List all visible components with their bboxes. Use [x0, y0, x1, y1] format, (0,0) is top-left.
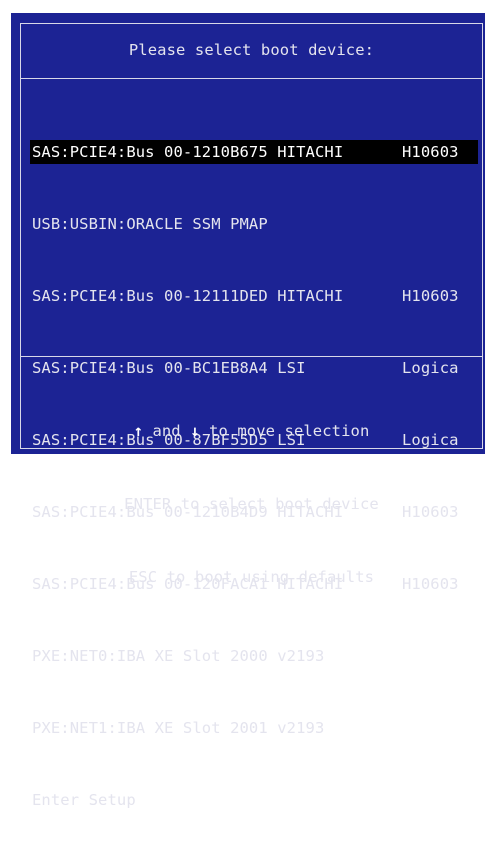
frame-border-top — [20, 23, 483, 24]
header-divider — [20, 78, 483, 79]
device-vendor: H10603 — [402, 287, 459, 305]
device-vendor — [402, 212, 478, 236]
boot-device-item[interactable]: PXE:NET0:IBA XE Slot 2000 v2193 — [30, 644, 478, 668]
enter-setup-item[interactable]: Enter Setup — [30, 788, 478, 812]
boot-device-item[interactable]: PXE:NET1:IBA XE Slot 2001 v2193 — [30, 716, 478, 740]
device-vendor — [402, 788, 478, 812]
boot-device-item[interactable]: SAS:PCIE4:Bus 00-1210B675 HITACHI H10603 — [30, 140, 478, 164]
boot-device-item[interactable]: USB:USBIN:ORACLE SSM PMAP — [30, 212, 478, 236]
help-move-text: to move selection — [199, 422, 370, 440]
help-move-line: ↑ and ↓ to move selection — [20, 419, 483, 444]
help-footer: ↑ and ↓ to move selection ENTER to selec… — [20, 371, 483, 638]
down-arrow-icon: ↓ — [190, 422, 200, 440]
device-name: SAS:PCIE4:Bus 00-1210B675 HITACHI — [32, 143, 344, 161]
device-vendor — [402, 716, 478, 740]
up-arrow-icon: ↑ — [133, 422, 144, 440]
help-enter-line: ENTER to select boot device — [124, 495, 379, 513]
device-name: PXE:NET1:IBA XE Slot 2001 v2193 — [32, 719, 325, 737]
device-name: USB:USBIN:ORACLE SSM PMAP — [32, 215, 268, 233]
help-and-text: and — [143, 422, 191, 440]
device-vendor: H10603 — [402, 143, 459, 161]
boot-device-item[interactable]: SAS:PCIE4:Bus 00-12111DED HITACHI H10603 — [30, 284, 478, 308]
screen: Please select boot device: SAS:PCIE4:Bus… — [0, 0, 487, 809]
device-name: PXE:NET0:IBA XE Slot 2000 v2193 — [32, 647, 325, 665]
device-vendor — [402, 644, 478, 668]
device-name: SAS:PCIE4:Bus 00-12111DED HITACHI — [32, 287, 344, 305]
help-esc-line: ESC to boot using defaults — [128, 568, 375, 586]
boot-menu-title: Please select boot device: — [128, 41, 375, 59]
device-name: Enter Setup — [32, 791, 136, 809]
